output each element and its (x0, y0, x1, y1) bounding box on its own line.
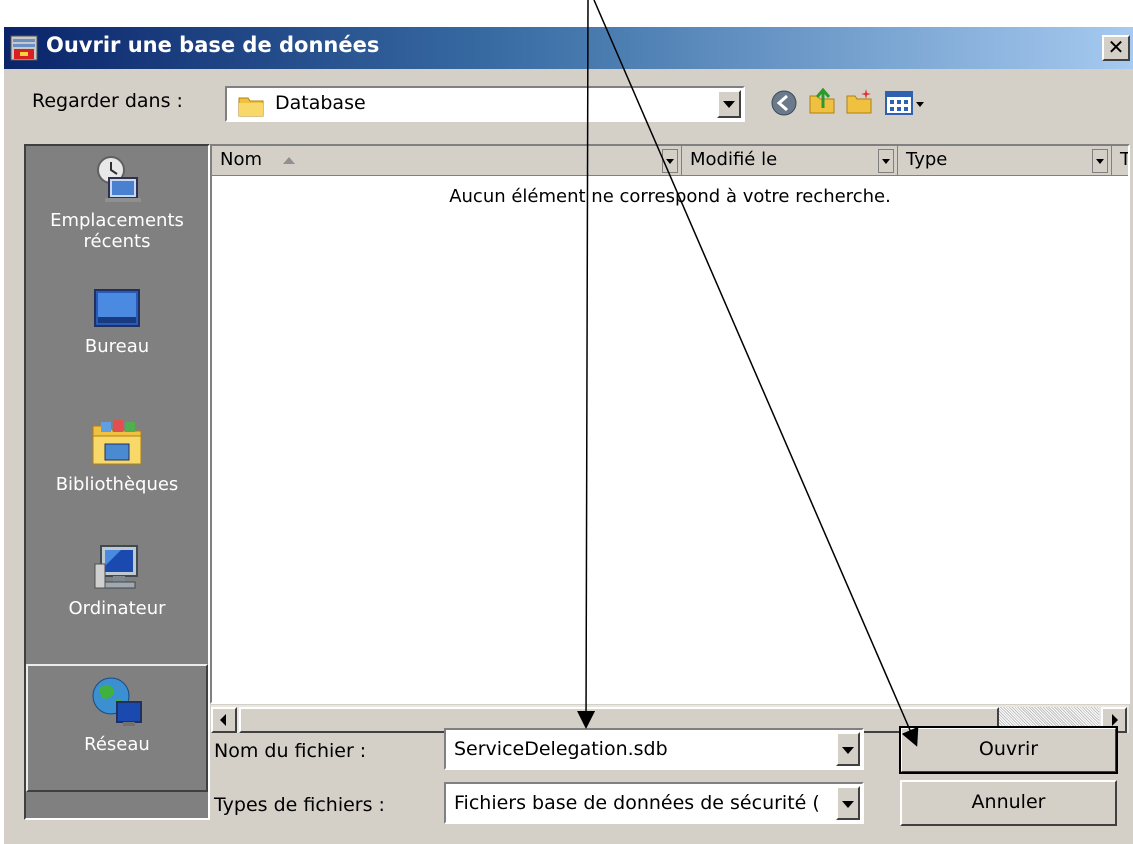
places-bar: Emplacements récents Bureau Bibliothèque… (24, 144, 210, 820)
column-name-label: Nom (220, 149, 263, 170)
filename-input[interactable]: ServiceDelegation.sdb (444, 728, 864, 770)
column-modified-filter-button[interactable] (878, 149, 894, 173)
place-desktop-label: Bureau (84, 336, 150, 357)
recent-places-icon (97, 156, 141, 202)
sort-ascending-icon (282, 157, 295, 164)
look-in-label: Regarder dans : (32, 90, 183, 112)
column-header-size[interactable]: T (1112, 146, 1130, 176)
view-menu-icon[interactable] (884, 88, 928, 118)
filename-dropdown-button[interactable] (836, 732, 860, 766)
new-folder-icon[interactable] (844, 86, 874, 116)
database-icon (10, 35, 38, 61)
filetype-select[interactable]: Fichiers base de données de sécurité ( (444, 782, 864, 824)
column-size-label: T (1120, 149, 1130, 170)
chevron-down-icon (842, 747, 854, 754)
empty-message: Aucun élément ne correspond à votre rech… (449, 186, 891, 207)
arrow-left-icon (220, 714, 226, 726)
place-libraries-label: Bibliothèques (55, 474, 179, 495)
column-header-modified[interactable]: Modifié le (682, 146, 898, 176)
filetype-dropdown-button[interactable] (836, 786, 860, 820)
place-computer[interactable]: Ordinateur (26, 542, 208, 619)
up-folder-icon[interactable] (807, 86, 837, 116)
close-icon: ✕ (1107, 35, 1125, 59)
look-in-value: Database (275, 92, 366, 114)
column-header-name[interactable]: Nom (212, 146, 682, 176)
back-icon[interactable] (769, 88, 799, 118)
column-type-filter-button[interactable] (1092, 149, 1108, 173)
column-modified-label: Modifié le (690, 149, 778, 170)
title-bar[interactable]: Ouvrir une base de données ✕ (4, 27, 1133, 69)
window-title: Ouvrir une base de données (46, 33, 380, 57)
chevron-down-icon (723, 101, 735, 108)
file-list[interactable]: Nom Modifié le Type T Aucun élément ne c… (210, 144, 1130, 704)
desktop-icon (94, 289, 140, 327)
column-header-type[interactable]: Type (898, 146, 1112, 176)
cancel-button[interactable]: Annuler (900, 780, 1117, 826)
libraries-icon (92, 420, 142, 465)
place-recent-label-1: Emplacements (50, 210, 184, 231)
look-in-combo[interactable]: Database (225, 86, 745, 122)
network-icon (92, 677, 142, 726)
filetype-value: Fichiers base de données de sécurité ( (454, 792, 820, 814)
chevron-down-icon (666, 159, 674, 164)
column-type-label: Type (906, 149, 948, 170)
place-libraries[interactable]: Bibliothèques (26, 414, 208, 495)
place-network[interactable]: Réseau (26, 664, 208, 792)
folder-icon (238, 97, 264, 117)
computer-icon (94, 545, 138, 589)
filename-value: ServiceDelegation.sdb (454, 738, 668, 760)
chevron-down-icon (842, 801, 854, 808)
open-button[interactable]: Ouvrir (899, 726, 1118, 774)
place-computer-label: Ordinateur (68, 598, 166, 619)
filetype-label: Types de fichiers : (214, 794, 385, 816)
filename-label: Nom du fichier : (214, 740, 367, 762)
look-in-dropdown-button[interactable] (717, 90, 741, 118)
chevron-down-icon (882, 159, 890, 164)
place-recent-label-2: récents (83, 231, 151, 252)
open-database-dialog: Ouvrir une base de données ✕ Regarder da… (4, 27, 1133, 844)
chevron-down-icon (1096, 159, 1104, 164)
place-desktop[interactable]: Bureau (26, 286, 208, 357)
column-name-filter-button[interactable] (662, 149, 678, 173)
close-button[interactable]: ✕ (1102, 35, 1130, 61)
place-network-label: Réseau (84, 734, 150, 755)
scroll-left-button[interactable] (211, 707, 237, 733)
place-recent[interactable]: Emplacements récents (26, 154, 208, 252)
